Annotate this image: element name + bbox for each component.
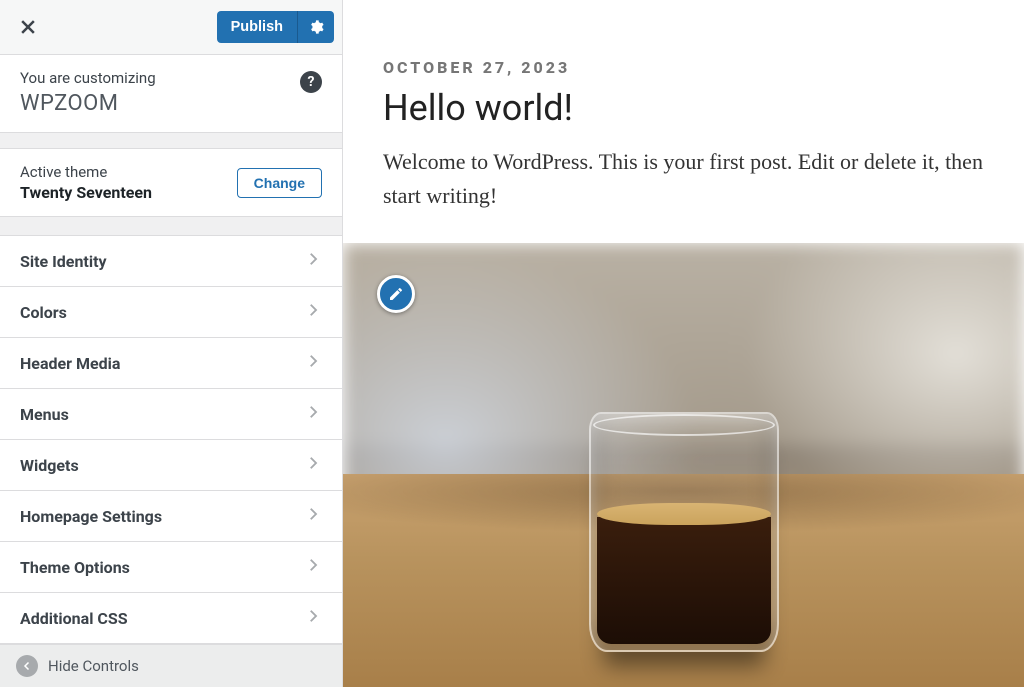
site-title: WPZOOM bbox=[20, 91, 322, 116]
section-site-identity[interactable]: Site Identity bbox=[0, 236, 342, 287]
chevron-right-icon bbox=[304, 250, 322, 272]
active-theme-eyebrow: Active theme bbox=[20, 163, 152, 181]
post-title[interactable]: Hello world! bbox=[383, 87, 984, 129]
publish-button[interactable]: Publish bbox=[217, 11, 297, 43]
arrow-left-icon bbox=[16, 655, 38, 677]
preview-pane: OCTOBER 27, 2023 Hello world! Welcome to… bbox=[343, 0, 1024, 687]
section-label: Header Media bbox=[20, 354, 120, 373]
sidebar-topbar: Publish bbox=[0, 0, 342, 55]
theme-text: Active theme Twenty Seventeen bbox=[20, 163, 152, 202]
post-body: Welcome to WordPress. This is your first… bbox=[383, 145, 984, 213]
active-theme-name: Twenty Seventeen bbox=[20, 183, 152, 202]
hide-controls-button[interactable]: Hide Controls bbox=[0, 644, 342, 687]
publish-settings-button[interactable] bbox=[297, 11, 334, 43]
post-area: OCTOBER 27, 2023 Hello world! Welcome to… bbox=[343, 0, 1024, 243]
section-label: Theme Options bbox=[20, 558, 130, 577]
section-label: Menus bbox=[20, 405, 69, 424]
hide-controls-label: Hide Controls bbox=[48, 657, 139, 675]
header-image-subject bbox=[589, 412, 779, 652]
pencil-icon bbox=[388, 286, 404, 302]
close-button[interactable] bbox=[8, 10, 48, 44]
context-block: You are customizing WPZOOM ? bbox=[0, 55, 342, 133]
section-menus[interactable]: Menus bbox=[0, 389, 342, 440]
edit-shortcut-button[interactable] bbox=[377, 275, 415, 313]
section-additional-css[interactable]: Additional CSS bbox=[0, 593, 342, 644]
active-theme-block: Active theme Twenty Seventeen Change bbox=[0, 149, 342, 217]
gear-icon bbox=[308, 19, 324, 35]
chevron-right-icon bbox=[304, 505, 322, 527]
section-widgets[interactable]: Widgets bbox=[0, 440, 342, 491]
section-label: Additional CSS bbox=[20, 609, 128, 628]
section-theme-options[interactable]: Theme Options bbox=[0, 542, 342, 593]
section-label: Colors bbox=[20, 303, 67, 322]
customizer-sidebar: Publish You are customizing WPZOOM ? Act… bbox=[0, 0, 343, 687]
chevron-right-icon bbox=[304, 403, 322, 425]
publish-group: Publish bbox=[217, 11, 334, 43]
change-theme-button[interactable]: Change bbox=[237, 168, 322, 198]
header-media-preview bbox=[343, 243, 1024, 687]
chevron-right-icon bbox=[304, 556, 322, 578]
section-colors[interactable]: Colors bbox=[0, 287, 342, 338]
sections-list: Site Identity Colors Header Media Menus … bbox=[0, 235, 342, 644]
section-label: Widgets bbox=[20, 456, 79, 475]
sidebar-gap bbox=[0, 133, 342, 149]
section-label: Site Identity bbox=[20, 252, 107, 271]
help-icon: ? bbox=[308, 74, 315, 90]
chevron-right-icon bbox=[304, 454, 322, 476]
section-label: Homepage Settings bbox=[20, 507, 162, 526]
chevron-right-icon bbox=[304, 352, 322, 374]
chevron-right-icon bbox=[304, 301, 322, 323]
context-eyebrow: You are customizing bbox=[20, 69, 322, 87]
section-homepage-settings[interactable]: Homepage Settings bbox=[0, 491, 342, 542]
close-icon bbox=[18, 17, 38, 37]
customizer-app: Publish You are customizing WPZOOM ? Act… bbox=[0, 0, 1024, 687]
section-header-media[interactable]: Header Media bbox=[0, 338, 342, 389]
post-date: OCTOBER 27, 2023 bbox=[383, 58, 984, 77]
chevron-right-icon bbox=[304, 607, 322, 629]
help-button[interactable]: ? bbox=[300, 71, 322, 93]
